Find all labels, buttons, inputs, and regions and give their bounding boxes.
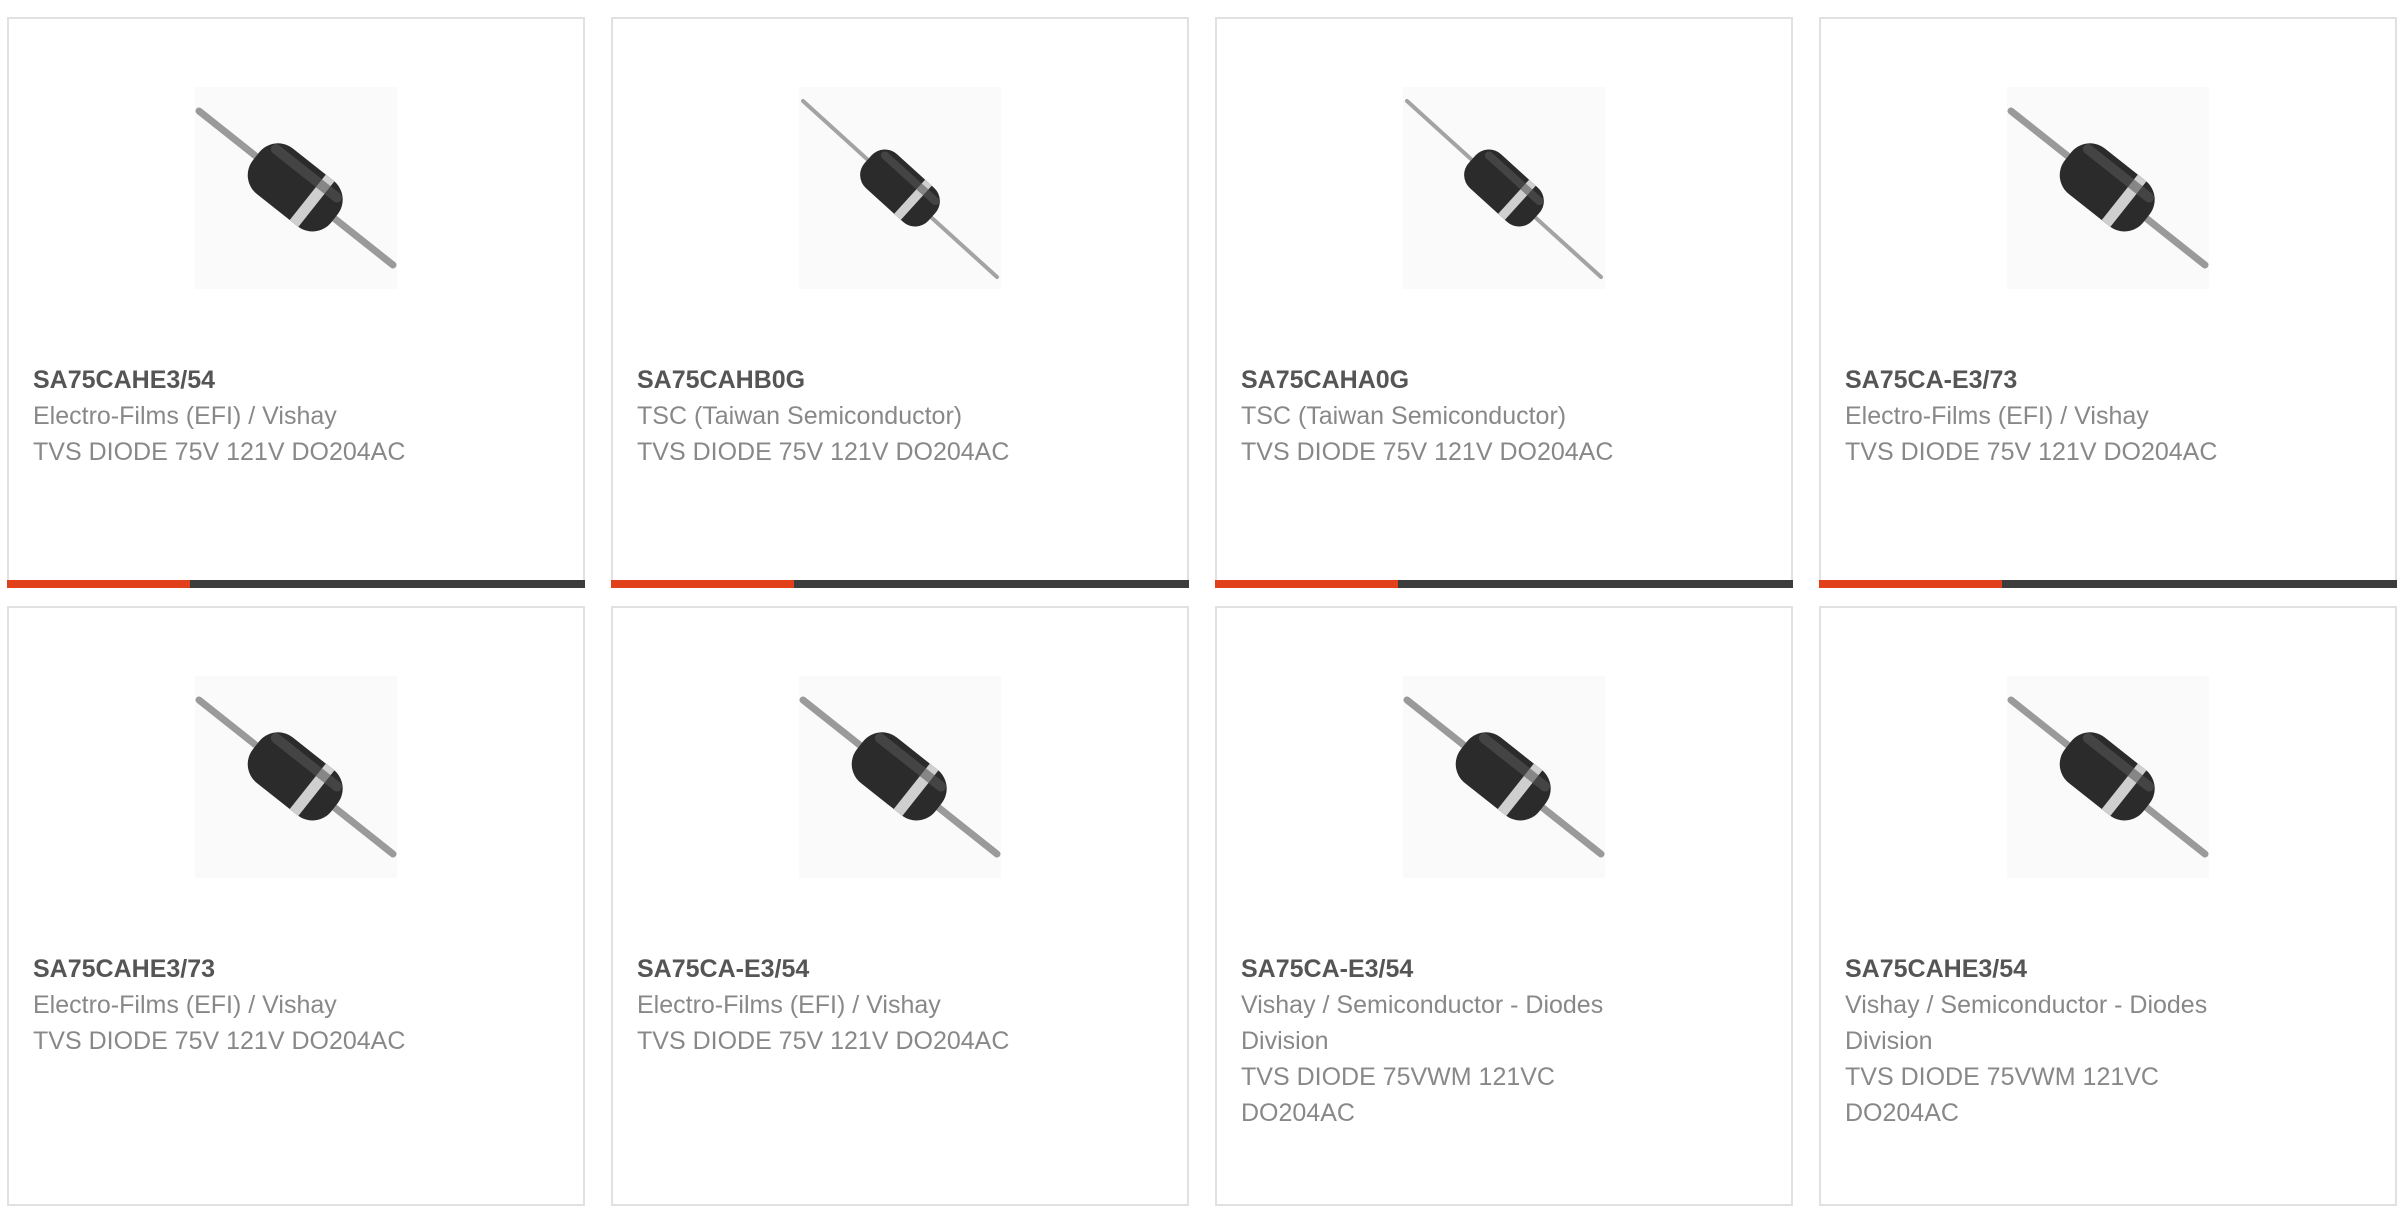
axial-diode-image	[2007, 696, 2209, 858]
part-number[interactable]: SA75CAHE3/54	[33, 362, 533, 398]
part-number[interactable]: SA75CAHB0G	[637, 362, 1137, 398]
product-grid: SA75CAHE3/54 Electro-Films (EFI) / Visha…	[0, 0, 2400, 1206]
axial-diode-image	[801, 99, 999, 279]
product-card[interactable]: SA75CAHE3/73 Electro-Films (EFI) / Visha…	[7, 606, 585, 1206]
product-card[interactable]: SA75CA-E3/54 Vishay / Semiconductor - Di…	[1215, 606, 1793, 1206]
product-image[interactable]	[195, 676, 397, 878]
product-card[interactable]: SA75CAHE3/54 Vishay / Semiconductor - Di…	[1819, 606, 2397, 1206]
card-bottom-bar	[1215, 580, 1793, 588]
description: TVS DIODE 75VWM 121VC DO204AC	[1241, 1063, 1555, 1127]
part-number[interactable]: SA75CAHA0G	[1241, 362, 1741, 398]
product-image[interactable]	[799, 87, 1001, 289]
card-bottom-bar	[611, 580, 1189, 588]
product-info: SA75CA-E3/73 Electro-Films (EFI) / Visha…	[1845, 362, 2345, 470]
manufacturer: Electro-Films (EFI) / Vishay	[33, 991, 337, 1019]
product-image[interactable]	[799, 676, 1001, 878]
axial-diode-image	[2007, 107, 2209, 269]
manufacturer: Vishay / Semiconductor - Diodes Division	[1845, 991, 2208, 1055]
card-accent-bar	[7, 580, 190, 588]
product-image[interactable]	[2007, 676, 2209, 878]
card-accent-bar	[611, 580, 794, 588]
description: TVS DIODE 75V 121V DO204AC	[637, 1027, 1010, 1055]
description: TVS DIODE 75V 121V DO204AC	[1845, 438, 2218, 466]
axial-diode-image	[195, 696, 397, 858]
axial-diode-image	[1405, 99, 1603, 279]
manufacturer: Electro-Films (EFI) / Vishay	[33, 402, 337, 430]
axial-diode-image	[799, 696, 1001, 858]
part-number[interactable]: SA75CA-E3/54	[1241, 951, 1641, 987]
manufacturer: Vishay / Semiconductor - Diodes Division	[1241, 991, 1604, 1055]
product-image[interactable]	[195, 87, 397, 289]
product-info: SA75CAHA0G TSC (Taiwan Semiconductor) TV…	[1241, 362, 1741, 470]
part-number[interactable]: SA75CAHE3/54	[1845, 951, 2245, 987]
description: TVS DIODE 75VWM 121VC DO204AC	[1845, 1063, 2159, 1127]
part-number[interactable]: SA75CA-E3/73	[1845, 362, 2345, 398]
product-card[interactable]: SA75CAHE3/54 Electro-Films (EFI) / Visha…	[7, 17, 585, 588]
product-image[interactable]	[1403, 676, 1605, 878]
axial-diode-image	[1403, 696, 1605, 858]
product-card[interactable]: SA75CAHA0G TSC (Taiwan Semiconductor) TV…	[1215, 17, 1793, 588]
product-info: SA75CAHB0G TSC (Taiwan Semiconductor) TV…	[637, 362, 1137, 470]
product-info: SA75CA-E3/54 Electro-Films (EFI) / Visha…	[637, 951, 1137, 1059]
product-card[interactable]: SA75CA-E3/73 Electro-Films (EFI) / Visha…	[1819, 17, 2397, 588]
card-accent-bar	[1215, 580, 1398, 588]
product-card[interactable]: SA75CAHB0G TSC (Taiwan Semiconductor) TV…	[611, 17, 1189, 588]
product-card[interactable]: SA75CA-E3/54 Electro-Films (EFI) / Visha…	[611, 606, 1189, 1206]
axial-diode-image	[195, 107, 397, 269]
product-info: SA75CAHE3/73 Electro-Films (EFI) / Visha…	[33, 951, 533, 1059]
description: TVS DIODE 75V 121V DO204AC	[1241, 438, 1614, 466]
part-number[interactable]: SA75CAHE3/73	[33, 951, 533, 987]
manufacturer: Electro-Films (EFI) / Vishay	[1845, 402, 2149, 430]
product-info: SA75CA-E3/54 Vishay / Semiconductor - Di…	[1241, 951, 1641, 1131]
manufacturer: TSC (Taiwan Semiconductor)	[1241, 402, 1567, 430]
manufacturer: TSC (Taiwan Semiconductor)	[637, 402, 963, 430]
description: TVS DIODE 75V 121V DO204AC	[637, 438, 1010, 466]
description: TVS DIODE 75V 121V DO204AC	[33, 438, 406, 466]
product-image[interactable]	[1403, 87, 1605, 289]
card-bottom-bar	[7, 580, 585, 588]
card-accent-bar	[1819, 580, 2002, 588]
description: TVS DIODE 75V 121V DO204AC	[33, 1027, 406, 1055]
part-number[interactable]: SA75CA-E3/54	[637, 951, 1137, 987]
manufacturer: Electro-Films (EFI) / Vishay	[637, 991, 941, 1019]
product-info: SA75CAHE3/54 Vishay / Semiconductor - Di…	[1845, 951, 2245, 1131]
product-image[interactable]	[2007, 87, 2209, 289]
card-bottom-bar	[1819, 580, 2397, 588]
product-info: SA75CAHE3/54 Electro-Films (EFI) / Visha…	[33, 362, 533, 470]
